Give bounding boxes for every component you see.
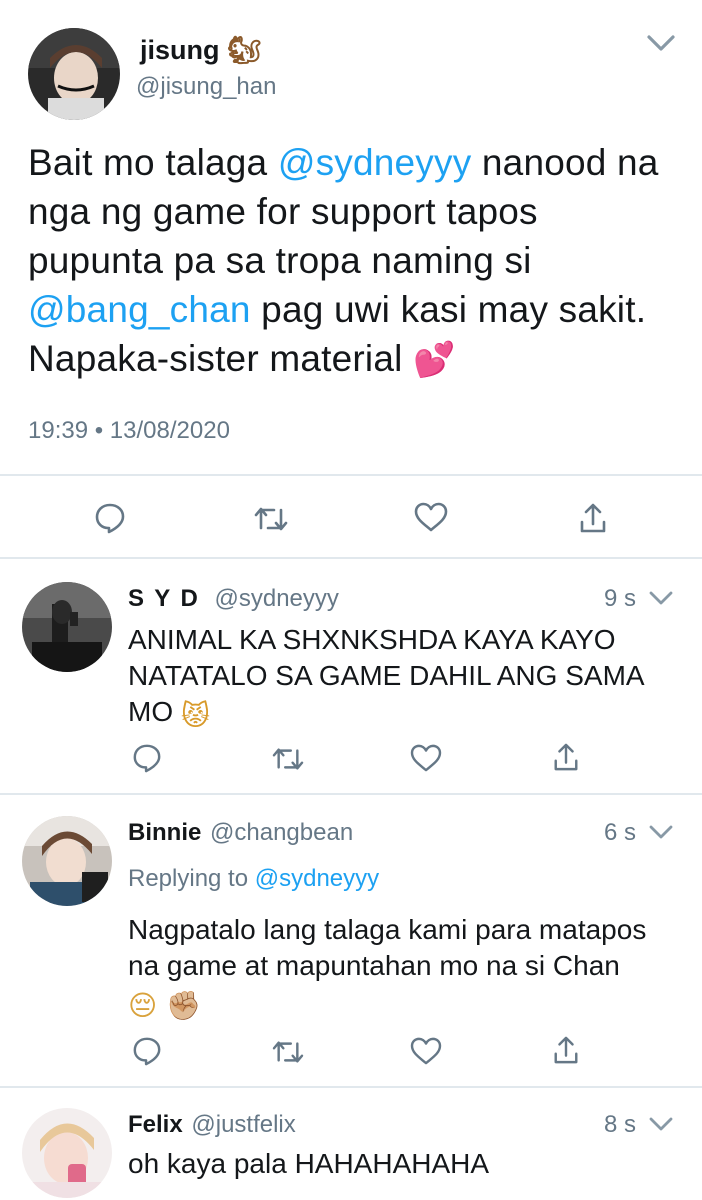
reply-author-name[interactable]: Binnie (128, 819, 201, 846)
squirrel-emoji: 🐿 (227, 35, 262, 66)
author-name-text: jisung (140, 35, 220, 65)
reply-text: oh kaya pala HAHAHAHAHA (128, 1146, 683, 1182)
reply-author-handle[interactable]: @changbean (210, 819, 353, 846)
reply-header: Binnie @changbean (128, 818, 353, 848)
reply-time[interactable]: 9 s (604, 584, 636, 614)
share-icon[interactable] (578, 502, 608, 534)
chevron-down-icon[interactable] (648, 588, 674, 608)
reply-icon[interactable] (132, 743, 162, 773)
mention-link[interactable]: @bang_chan (28, 289, 251, 330)
divider (0, 557, 702, 559)
author-name[interactable]: jisung 🐿 (140, 34, 261, 67)
reply-header: Felix @justfelix (128, 1110, 296, 1140)
avatar-felix[interactable] (22, 1108, 112, 1198)
reply-time[interactable]: 8 s (604, 1110, 636, 1140)
reply-text: ANIMAL KA SHXNKSHDA KAYA KAYO NATATALO S… (128, 622, 678, 734)
replying-to-label: Replying to (128, 865, 249, 892)
reply-text: Nagpatalo lang talaga kami para matapos … (128, 912, 683, 1024)
chevron-down-icon[interactable] (648, 1114, 674, 1134)
retweet-icon[interactable] (272, 745, 304, 773)
tweet-text: Bait mo talaga @sydneyyy nanood na nga n… (28, 138, 678, 385)
like-icon[interactable] (414, 502, 448, 532)
chevron-down-icon[interactable] (648, 822, 674, 842)
avatar-syd[interactable] (22, 582, 112, 672)
avatar-jisung[interactable] (28, 28, 120, 120)
like-icon[interactable] (410, 744, 442, 772)
reply-icon[interactable] (132, 1036, 162, 1066)
share-icon[interactable] (552, 742, 580, 772)
avatar-binnie[interactable] (22, 816, 112, 906)
reply-author-name[interactable]: S Y D (128, 585, 200, 612)
reply-header: S Y D @sydneyyy (128, 584, 339, 614)
reply-author-name[interactable]: Felix (128, 1111, 183, 1138)
pensive-fist-emoji: 😔 ✊🏼 (128, 989, 201, 1022)
mention-link[interactable]: @sydneyyy (278, 142, 472, 183)
reply-text-body: Nagpatalo lang talaga kami para matapos … (128, 914, 647, 981)
chevron-down-icon[interactable] (646, 32, 676, 54)
retweet-icon[interactable] (254, 504, 288, 534)
reply-icon[interactable] (94, 502, 126, 534)
share-icon[interactable] (552, 1035, 580, 1065)
tweet-timestamp[interactable]: 19:39 • 13/08/2020 (28, 416, 230, 446)
divider (0, 474, 702, 476)
reply-author-handle[interactable]: @sydneyyy (215, 585, 339, 612)
replying-to-handle[interactable]: @sydneyyy (255, 865, 379, 892)
reply-author-handle[interactable]: @justfelix (191, 1111, 295, 1138)
pouting-cat-emoji: 😾 (180, 699, 211, 732)
like-icon[interactable] (410, 1037, 442, 1065)
reply-text-body: oh kaya pala HAHAHAHAHA (128, 1148, 490, 1179)
divider (0, 1086, 702, 1088)
retweet-icon[interactable] (272, 1038, 304, 1066)
reply-time[interactable]: 6 s (604, 818, 636, 848)
divider (0, 793, 702, 795)
two-hearts-emoji: 💕 (413, 340, 456, 380)
replying-to: Replying to @sydneyyy (128, 864, 379, 894)
tweet-text-part: Bait mo talaga (28, 142, 278, 183)
author-handle[interactable]: @jisung_han (136, 72, 276, 102)
